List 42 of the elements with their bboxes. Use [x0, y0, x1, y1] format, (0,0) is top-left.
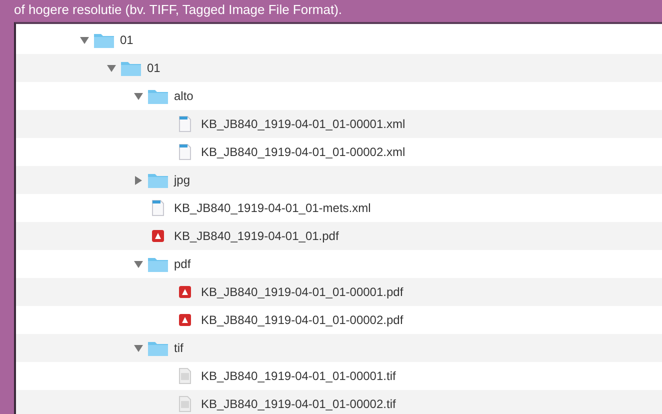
- caption-text: of hogere resolutie (bv. TIFF, Tagged Image File Format).: [13, 1, 344, 19]
- file-row[interactable]: KB_JB840_1919-04-01_01.pdf: [16, 222, 662, 250]
- document-icon: [179, 116, 191, 132]
- file-row[interactable]: tif: [16, 334, 662, 362]
- file-name: jpg: [174, 173, 190, 187]
- folder-icon: [148, 172, 168, 188]
- pdf-icon: [179, 313, 191, 327]
- collapsed-triangle-icon[interactable]: [134, 176, 142, 184]
- expanded-triangle-icon[interactable]: [80, 36, 88, 44]
- file-name: pdf: [174, 257, 191, 271]
- file-name: KB_JB840_1919-04-01_01.pdf: [174, 229, 339, 243]
- file-name: KB_JB840_1919-04-01_01-00001.tif: [201, 369, 396, 383]
- folder-icon: [148, 340, 168, 356]
- folder-icon: [148, 256, 168, 272]
- expanded-triangle-icon[interactable]: [106, 64, 116, 72]
- file-row[interactable]: 01: [16, 54, 662, 82]
- file-name: KB_JB840_1919-04-01_01-00001.xml: [201, 117, 406, 131]
- file-name: 01: [147, 61, 160, 75]
- image-file-icon: [179, 396, 191, 412]
- file-row[interactable]: KB_JB840_1919-04-01_01-00002.tif: [16, 390, 662, 414]
- file-name: KB_JB840_1919-04-01_01-00001.pdf: [201, 285, 404, 299]
- file-name: KB_JB840_1919-04-01_01-00002.tif: [201, 397, 396, 411]
- document-icon: [152, 200, 164, 216]
- file-row[interactable]: jpg: [16, 166, 662, 194]
- expanded-triangle-icon[interactable]: [134, 260, 142, 268]
- expanded-triangle-icon[interactable]: [134, 344, 142, 352]
- file-name: tif: [174, 341, 184, 355]
- file-name: alto: [174, 89, 194, 103]
- file-name: KB_JB840_1919-04-01_01-mets.xml: [174, 201, 371, 215]
- file-name: KB_JB840_1919-04-01_01-00002.xml: [201, 145, 406, 159]
- file-name: KB_JB840_1919-04-01_01-00002.pdf: [201, 313, 404, 327]
- image-file-icon: [179, 368, 191, 384]
- document-icon: [179, 144, 191, 160]
- file-name: 01: [120, 33, 134, 47]
- folder-icon: [121, 60, 141, 76]
- pdf-icon: [179, 285, 191, 299]
- folder-icon: [94, 32, 114, 48]
- pdf-icon: [152, 229, 164, 243]
- folder-icon: [148, 88, 168, 104]
- file-row[interactable]: KB_JB840_1919-04-01_01-00001.pdf: [16, 278, 662, 306]
- file-row[interactable]: KB_JB840_1919-04-01_01-00001.xml: [16, 110, 662, 138]
- expanded-triangle-icon[interactable]: [134, 92, 142, 100]
